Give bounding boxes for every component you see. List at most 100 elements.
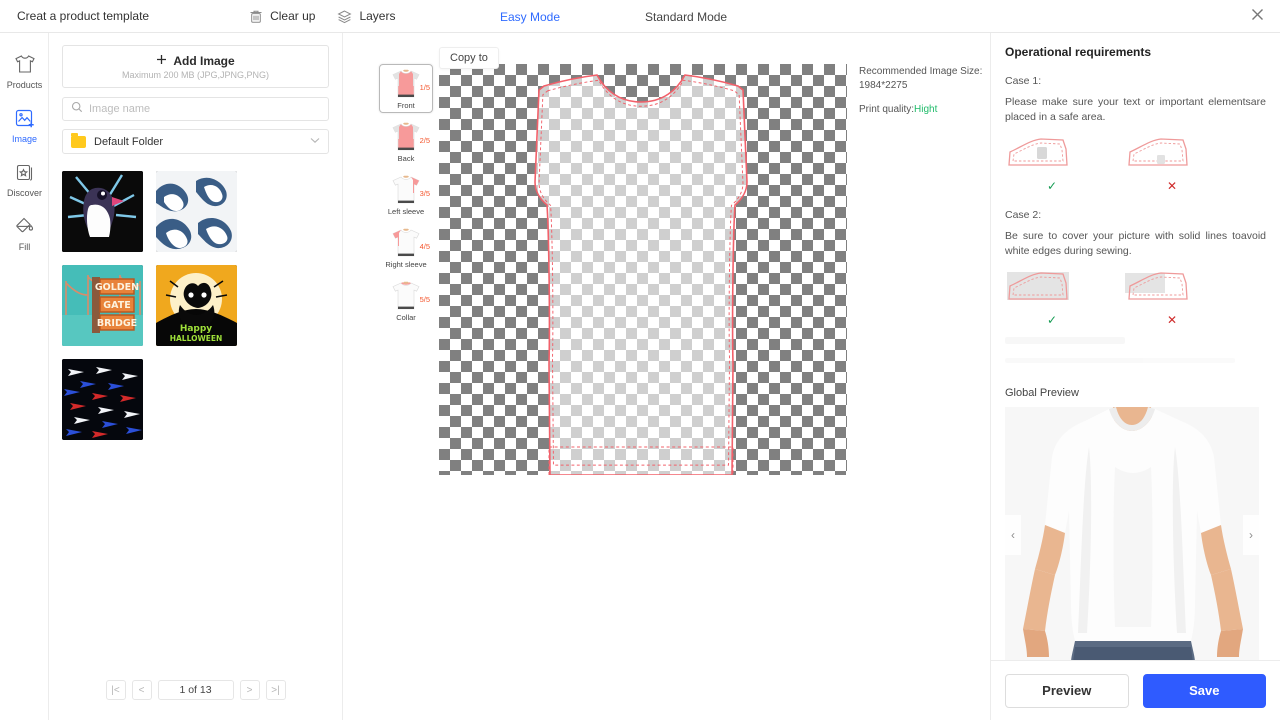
plus-icon bbox=[156, 54, 167, 68]
sidebar-item-products[interactable]: Products bbox=[0, 43, 49, 97]
view-thumbnail-list: 1/5 Front 2/5 Back 3/5 Left sleeve 4/5 R… bbox=[379, 64, 433, 325]
preview-next-button[interactable]: › bbox=[1243, 515, 1259, 555]
pagination-first-button[interactable]: |< bbox=[105, 680, 126, 700]
case1-label: Case 1: bbox=[1005, 75, 1042, 87]
shoe-outline-icon bbox=[1125, 272, 1188, 300]
editor-area: 1/5 Front 2/5 Back 3/5 Left sleeve 4/5 R… bbox=[343, 33, 990, 720]
pagination-next-button[interactable]: > bbox=[239, 680, 260, 700]
sidebar-item-image[interactable]: Image bbox=[0, 97, 49, 151]
search-icon bbox=[71, 100, 83, 118]
mannequin-preview-image bbox=[1005, 407, 1259, 660]
list-item[interactable]: Happy HALLOWEEN bbox=[156, 265, 237, 346]
shoe-outline-icon bbox=[1008, 138, 1068, 166]
global-preview-stage[interactable]: ‹ › bbox=[1005, 407, 1259, 660]
case2-figures: ✓ ✕ bbox=[1005, 269, 1266, 327]
layers-label: Layers bbox=[359, 9, 396, 23]
pagination-last-button[interactable]: >| bbox=[265, 680, 286, 700]
clear-up-label: Clear up bbox=[270, 9, 316, 23]
preview-prev-button[interactable]: ‹ bbox=[1005, 515, 1021, 555]
mode-standard[interactable]: Standard Mode bbox=[645, 10, 727, 24]
clear-up-button[interactable]: Clear up bbox=[249, 9, 315, 24]
layers-button[interactable]: Layers bbox=[337, 9, 395, 24]
mode-switcher: Easy Mode Standard Mode bbox=[500, 0, 727, 33]
view-item-back-count: 2/5 bbox=[419, 136, 430, 145]
search-box[interactable] bbox=[62, 97, 329, 121]
print-quality-label: Print quality: bbox=[859, 104, 915, 115]
view-item-back-label: Back bbox=[397, 154, 415, 163]
left-rail: Products Image Discover Fill bbox=[0, 33, 49, 720]
star-card-icon bbox=[0, 159, 49, 185]
add-image-button[interactable]: Add Image Maximum 200 MB (JPG,JPNG,PNG) bbox=[62, 45, 329, 88]
sidebar-item-discover[interactable]: Discover bbox=[0, 151, 49, 205]
search-input[interactable] bbox=[89, 103, 320, 115]
chevron-down-icon bbox=[310, 136, 320, 147]
case2-incorrect-figure: ✕ bbox=[1125, 269, 1219, 327]
sidebar-item-products-label: Products bbox=[6, 80, 43, 90]
svg-text:BRIDGE: BRIDGE bbox=[97, 318, 137, 329]
recommended-size-value: 1984*2275 bbox=[859, 80, 908, 91]
view-item-collar[interactable]: 5/5 Collar bbox=[379, 276, 433, 325]
view-item-front[interactable]: 1/5 Front bbox=[379, 64, 433, 113]
paint-bucket-icon bbox=[0, 213, 49, 239]
sidebar-item-fill[interactable]: Fill bbox=[0, 205, 49, 259]
pagination: |< < 1 of 13 > >| bbox=[49, 680, 342, 700]
image-thumbnail-grid: GOLDEN GATE BRIDGE Happy HALLOWEEN bbox=[62, 171, 329, 440]
folder-label: Default Folder bbox=[94, 135, 164, 148]
list-item[interactable] bbox=[62, 359, 143, 440]
view-item-front-label: Front bbox=[397, 101, 415, 110]
case2-incorrect-mark: ✕ bbox=[1166, 313, 1178, 327]
shoe-outline-icon bbox=[1128, 138, 1188, 166]
view-item-left-sleeve-count: 3/5 bbox=[419, 189, 430, 198]
pagination-page-field[interactable]: 1 of 13 bbox=[157, 680, 234, 700]
layers-icon bbox=[337, 9, 352, 24]
add-image-label: Add Image bbox=[173, 53, 235, 68]
image-library-panel: Add Image Maximum 200 MB (JPG,JPNG,PNG) … bbox=[49, 33, 343, 720]
view-item-right-sleeve[interactable]: 4/5 Right sleeve bbox=[379, 223, 433, 272]
view-item-left-sleeve[interactable]: 3/5 Left sleeve bbox=[379, 170, 433, 219]
mode-easy[interactable]: Easy Mode bbox=[500, 10, 560, 24]
tshirt-icon bbox=[0, 51, 49, 77]
view-item-back[interactable]: 2/5 Back bbox=[379, 117, 433, 166]
top-bar: Creat a product template Clear up Layers… bbox=[0, 0, 1280, 33]
list-item[interactable] bbox=[62, 171, 143, 252]
svg-text:GOLDEN: GOLDEN bbox=[95, 282, 139, 293]
case1-correct-figure: ✓ bbox=[1005, 135, 1099, 193]
save-button[interactable]: Save bbox=[1142, 673, 1266, 708]
case2-correct-figure: ✓ bbox=[1005, 269, 1099, 327]
view-item-left-sleeve-label: Left sleeve bbox=[387, 207, 425, 216]
case2-text: Be sure to cover your picture with solid… bbox=[1005, 230, 1266, 257]
sidebar-item-image-label: Image bbox=[11, 134, 37, 144]
folder-selector[interactable]: Default Folder bbox=[62, 129, 329, 154]
right-panel-footer: Preview Save bbox=[991, 660, 1280, 720]
list-item[interactable] bbox=[156, 171, 237, 252]
case1-text: Please make sure your text or important … bbox=[1005, 96, 1266, 123]
trash-icon bbox=[249, 9, 263, 24]
case2-correct-mark: ✓ bbox=[1046, 313, 1058, 327]
pagination-prev-button[interactable]: < bbox=[131, 680, 152, 700]
case2-label: Case 2: bbox=[1005, 209, 1042, 221]
preview-button[interactable]: Preview bbox=[1005, 673, 1129, 708]
view-item-collar-count: 5/5 bbox=[419, 295, 430, 304]
copy-to-button[interactable]: Copy to bbox=[439, 47, 499, 69]
shoe-outline-icon bbox=[1007, 272, 1069, 300]
svg-text:Happy: Happy bbox=[180, 324, 212, 334]
print-quality: Print quality:Hight bbox=[859, 103, 990, 117]
toolbar: Clear up Layers bbox=[249, 9, 395, 24]
sidebar-item-fill-label: Fill bbox=[18, 242, 31, 252]
case1-correct-mark: ✓ bbox=[1046, 179, 1058, 193]
close-icon bbox=[1249, 6, 1266, 28]
image-plus-icon bbox=[0, 105, 49, 131]
design-canvas[interactable] bbox=[439, 64, 847, 475]
recommended-size-label: Recommended Image Size: bbox=[859, 66, 983, 77]
requirements-scroll-area: Operational requirements Case 1: Please … bbox=[991, 33, 1280, 660]
canvas-info: Recommended Image Size: 1984*2275 Print … bbox=[859, 65, 990, 117]
svg-text:HALLOWEEN: HALLOWEEN bbox=[170, 334, 223, 343]
case1-incorrect-mark: ✕ bbox=[1166, 179, 1178, 193]
right-panel: Operational requirements Case 1: Please … bbox=[990, 33, 1280, 720]
view-item-front-count: 1/5 bbox=[419, 83, 430, 92]
page-title: Creat a product template bbox=[17, 9, 150, 23]
global-preview-label: Global Preview bbox=[1005, 387, 1079, 399]
folder-icon bbox=[71, 132, 86, 148]
close-button[interactable] bbox=[1249, 0, 1266, 33]
list-item[interactable]: GOLDEN GATE BRIDGE bbox=[62, 265, 143, 346]
